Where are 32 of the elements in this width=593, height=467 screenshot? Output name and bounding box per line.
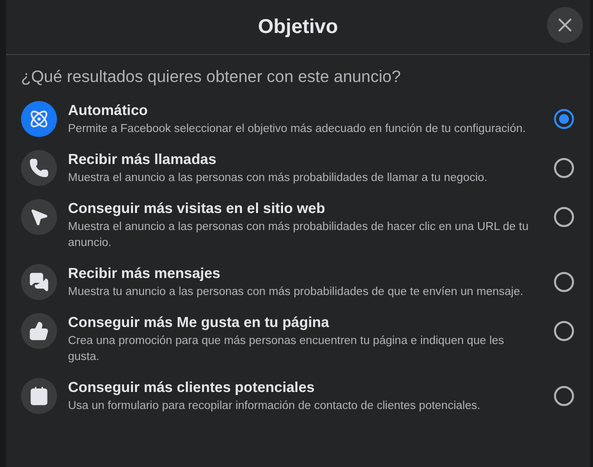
radio-button[interactable] bbox=[554, 386, 574, 406]
radio-button[interactable] bbox=[554, 206, 574, 227]
option-title: Conseguir más Me gusta en tu página bbox=[68, 314, 330, 333]
objective-option[interactable]: Recibir más llamadas Muestra el anuncio a las personas con más probabilidades de llamar a tu negocio. bbox=[21, 150, 575, 199]
thumbs-up-icon bbox=[29, 320, 49, 341]
objective-option[interactable]: Conseguir más visitas en el sitio web Muestra el anuncio a las personas con más probabilidades de hacer clic en una URL de tu anuncio. bbox=[21, 198, 575, 264]
option-description: Permite a Facebook seleccionar el objetivo más adecuado en función de tu configuración. bbox=[68, 122, 527, 137]
objective-option[interactable]: Conseguir más clientes potenciales Usa un formulario para recopilar información de contacto de clientes potenciales. bbox=[21, 378, 575, 427]
question-text: ¿Qué resultados quieres obtener con este anuncio? bbox=[21, 67, 402, 88]
radio-button[interactable] bbox=[554, 320, 574, 341]
phone-icon bbox=[29, 158, 49, 178]
chat-bubbles-icon bbox=[29, 272, 49, 292]
option-description: Muestra tu anuncio a las personas con más probabilidades de que te envíen un mensaje. bbox=[68, 284, 524, 300]
atom-icon bbox=[29, 108, 49, 129]
option-title: Conseguir más clientes potenciales bbox=[68, 378, 316, 398]
objective-option[interactable]: Recibir más mensajes Muestra tu anuncio a las personas con más probabilidades de que te envíen un mensaje. bbox=[21, 264, 575, 313]
cursor-icon bbox=[29, 206, 49, 227]
radio-button[interactable] bbox=[554, 158, 574, 178]
dialog-title: Objetivo bbox=[258, 15, 338, 40]
option-title: Conseguir más visitas en el sitio web bbox=[68, 200, 326, 219]
radio-button[interactable] bbox=[554, 272, 574, 292]
option-description: Crea una promoción para que más personas encuentren tu página e indiquen que les gusta. bbox=[68, 334, 506, 365]
option-title: Recibir más llamadas bbox=[68, 150, 218, 170]
objective-option[interactable]: Conseguir más Me gusta en tu página Crea una promoción para que más personas encuentren tu página e indiquen que les gusta. bbox=[21, 312, 575, 378]
objective-option[interactable]: Automático Permite a Facebook seleccionar el objetivo más adecuado en función de tu configuración. bbox=[21, 100, 575, 150]
option-description: Muestra el anuncio a las personas con más probabilidades de llamar a tu negocio. bbox=[68, 170, 488, 186]
close-button[interactable] bbox=[547, 7, 583, 43]
option-description: Muestra el anuncio a las personas con más probabilidades de hacer clic en una URL de tu anuncio. bbox=[68, 220, 530, 251]
option-title: Recibir más mensajes bbox=[68, 264, 222, 284]
radio-button[interactable] bbox=[554, 108, 574, 129]
option-title: Automático bbox=[68, 102, 149, 121]
option-description: Usa un formulario para recopilar información de contacto de clientes potenciales. bbox=[68, 398, 482, 414]
